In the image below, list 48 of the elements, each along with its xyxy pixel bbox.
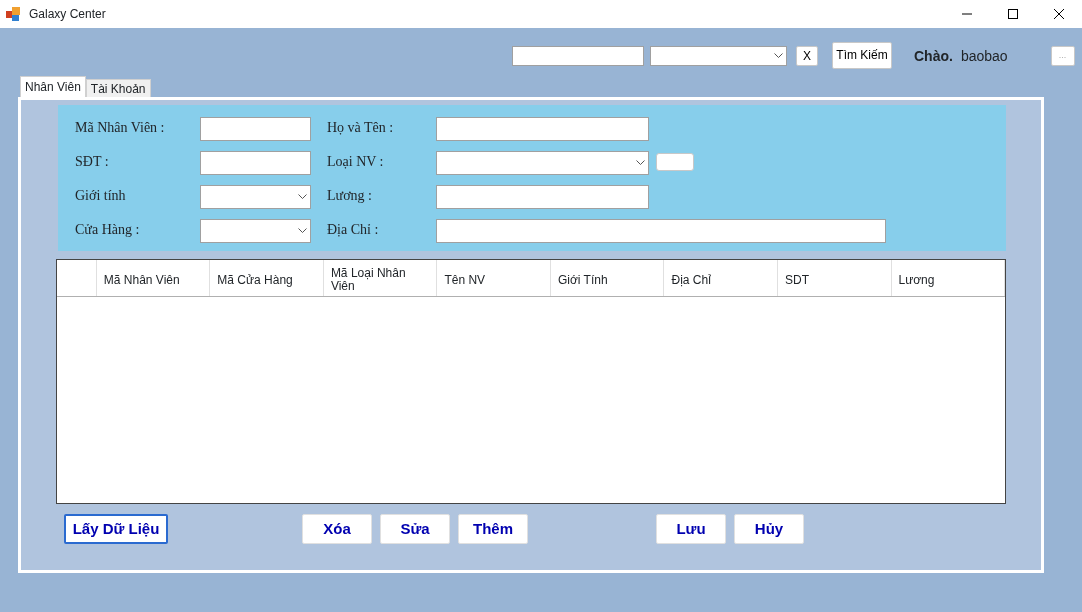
text-field[interactable] [436,117,649,141]
window-title: Galaxy Center [29,6,106,23]
maximize-icon [1008,9,1018,19]
field-label: Địa Chỉ : [327,221,380,239]
data-grid[interactable]: Mã Nhân Viên Mã Cửa Hàng Mã Loại Nhân Viên Tên NV Giới Tính Địa Chỉ SDT Lương [56,259,1006,504]
field-label: SĐT : [74,153,110,171]
text-field[interactable] [436,185,649,209]
dropdown-caret-icon [298,194,307,200]
action-button[interactable]: Hủy [734,514,804,544]
action-button[interactable]: Lưu [656,514,726,544]
action-button[interactable]: Lấy Dữ Liệu [64,514,168,544]
text-field[interactable] [200,151,311,175]
username-label: baobao [960,46,1008,66]
dropdown-caret-icon [774,53,783,59]
column-header[interactable]: SDT [778,260,892,296]
text-field[interactable] [200,117,311,141]
greeting-label: Chào. [914,46,953,66]
dropdown-caret-icon [636,160,645,166]
column-header[interactable]: Lương [891,260,1006,296]
action-button[interactable]: Sửa [380,514,450,544]
filter-dropdown[interactable] [650,46,787,66]
field-label: Mã Nhân Viên : [74,119,166,137]
tab[interactable]: Tài Khoản [85,79,151,97]
column-header[interactable]: Mã Nhân Viên [96,260,211,296]
field-label: Cửa Hàng : [74,221,141,239]
column-header[interactable]: Giới Tính [550,260,665,296]
app-icon [5,6,21,22]
field-label: Lương : [327,187,373,205]
action-button[interactable]: Xóa [302,514,372,544]
column-header[interactable]: Mã Loại Nhân Viên [323,260,438,296]
search-button[interactable]: Tìm Kiếm [832,41,892,69]
column-header[interactable]: Địa Chỉ [664,260,778,296]
dropdown[interactable] [436,151,649,175]
dropdown-caret-icon [298,228,307,234]
clear-button[interactable]: X [796,46,818,66]
field-label: Họ và Tên : [327,119,395,137]
field-label: Giới tính [74,187,127,205]
dropdown[interactable] [200,185,311,209]
field-label: Loại NV : [327,153,385,171]
column-header[interactable]: Mã Cửa Hàng [210,260,324,296]
action-button[interactable]: Thêm [458,514,528,544]
text-field[interactable] [436,219,886,243]
dropdown[interactable] [200,219,311,243]
column-header[interactable]: Tên NV [437,260,551,296]
search-field[interactable] [512,46,644,66]
tab[interactable]: Nhân Viên [20,76,86,97]
small-button[interactable] [656,153,694,171]
close-icon [1054,9,1064,19]
